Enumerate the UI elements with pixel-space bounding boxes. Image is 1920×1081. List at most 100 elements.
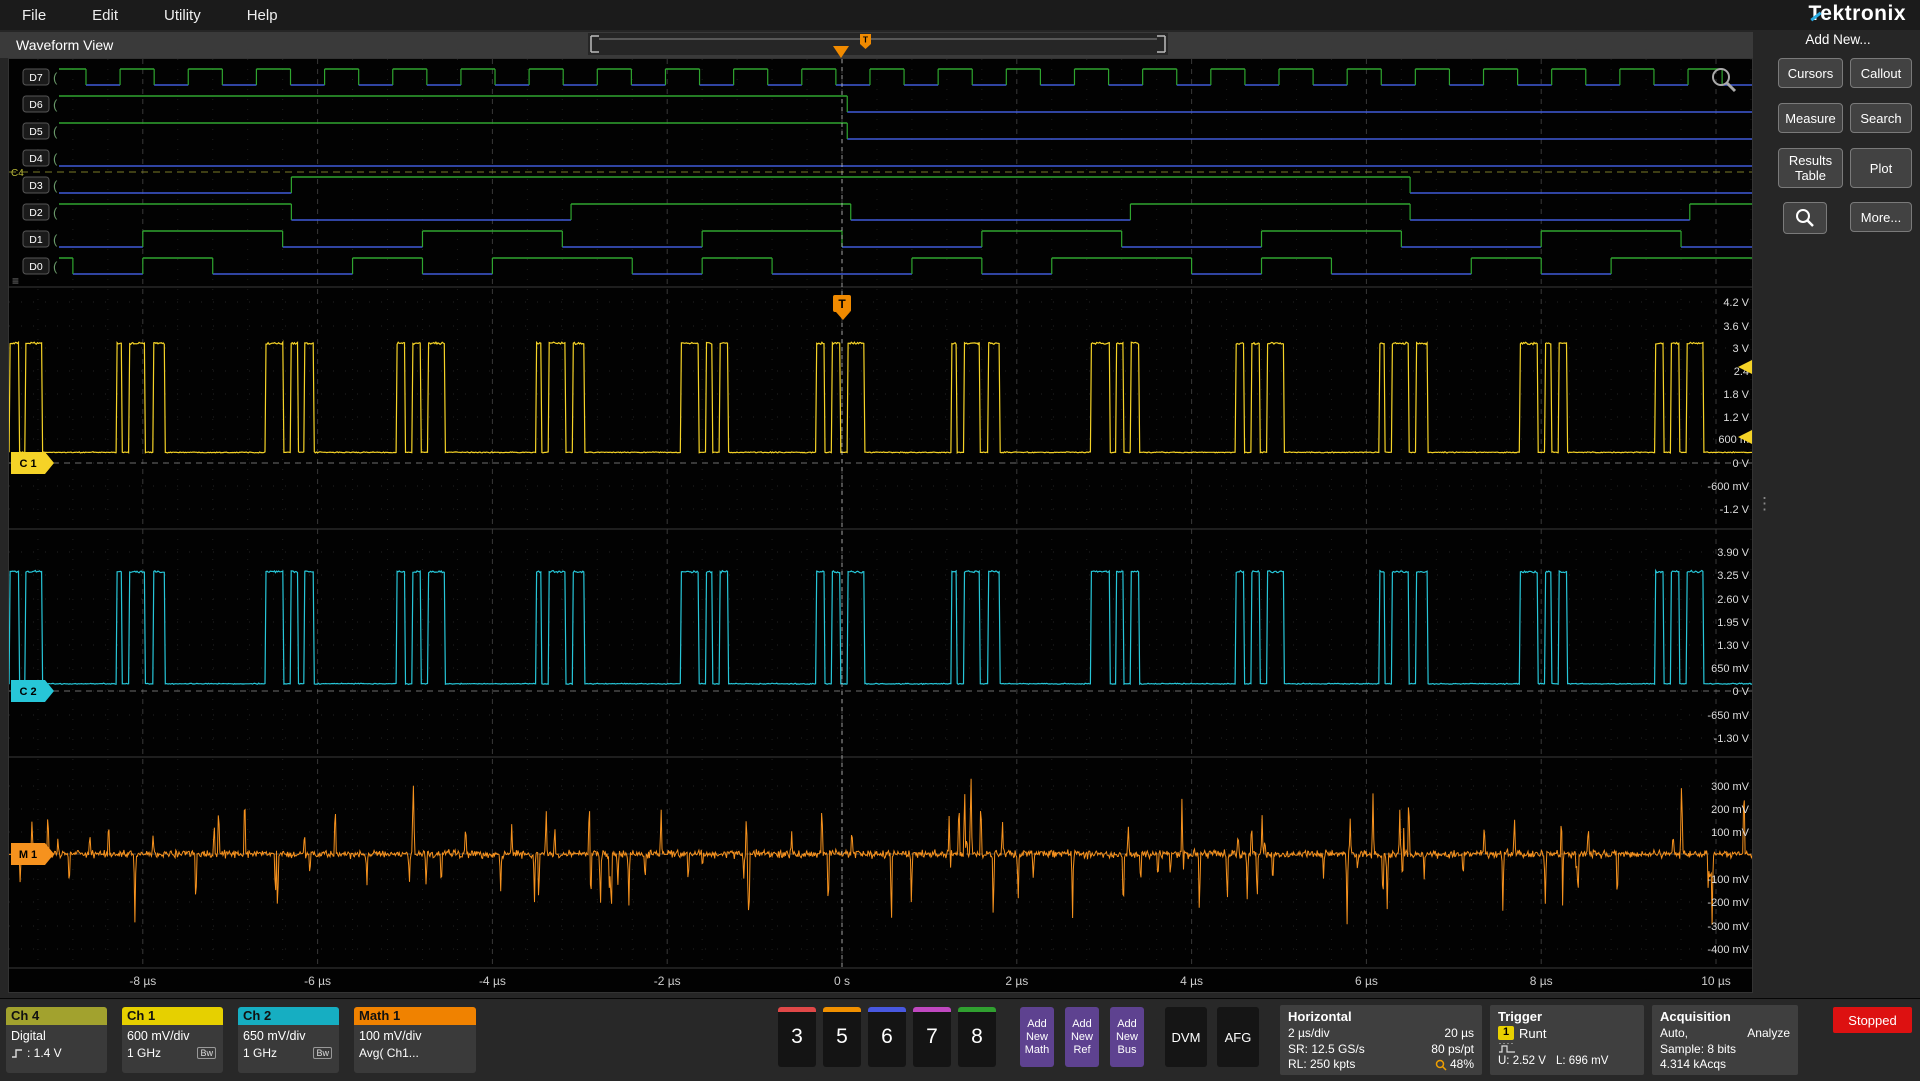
scope-graphic: C4 D7 (D6 (D5 (D4 (D3 (D2 (D1 (D0 (≡ T 4.2 V 3.6 V 3 … <box>9 59 1752 988</box>
acquisition-overview[interactable]: T <box>588 33 1168 55</box>
channel-badge-ch1[interactable]: Ch 1 600 mV/div 1 GHz Bw <box>122 1007 223 1073</box>
ch1-trace <box>9 340 1752 454</box>
stopped-button[interactable]: Stopped <box>1833 1007 1912 1033</box>
digital-label-D6[interactable]: D6 ( <box>22 95 58 113</box>
digital-row-D1 <box>59 230 1752 248</box>
ch1-badge[interactable]: C 1 <box>11 452 54 474</box>
digital-label-D4[interactable]: D4 ( <box>22 149 58 167</box>
math1-scale-label: 100 mV <box>1711 827 1750 839</box>
afg-button[interactable]: AFG <box>1217 1007 1259 1067</box>
magnifier-icon <box>1796 209 1814 227</box>
search-button[interactable]: Search <box>1850 103 1912 133</box>
acquisition-panel[interactable]: Acquisition Auto, Analyze Sample: 8 bits… <box>1652 1005 1798 1075</box>
time-axis-label: -2 µs <box>654 974 681 988</box>
digital-row-D6 <box>59 95 1752 113</box>
digital-label-D0[interactable]: D0 ( <box>22 257 58 275</box>
math1-scale-label: -400 mV <box>1707 944 1749 956</box>
svg-text:D3: D3 <box>29 180 43 192</box>
slot-button-5[interactable]: 5 <box>823 1007 861 1067</box>
threshold-icon <box>12 1049 22 1058</box>
dvm-button[interactable]: DVM <box>1165 1007 1207 1067</box>
slot-7-color <box>913 1007 951 1012</box>
digital-row-D7 <box>59 68 1752 86</box>
svg-text:(: ( <box>53 205 58 220</box>
svg-text:D4: D4 <box>29 153 43 165</box>
trigger-source-chip: 1 <box>1498 1026 1514 1040</box>
channel-badge-math1[interactable]: Math 1 100 mV/div Avg( Ch1... <box>354 1007 476 1073</box>
add-new-ref-button[interactable]: Add New Ref <box>1065 1007 1099 1067</box>
horizontal-window: 20 µs <box>1444 1026 1474 1040</box>
svg-text:D0: D0 <box>29 261 43 273</box>
math1-badge[interactable]: M 1 <box>11 843 54 865</box>
ch1-scale-label: -1.2 V <box>1720 504 1750 516</box>
zoom-button[interactable] <box>1783 202 1827 234</box>
menu-edit[interactable]: Edit <box>92 7 118 24</box>
trigger-marker[interactable]: T <box>833 295 851 320</box>
ch2-trace <box>9 568 1752 686</box>
digital-row-D0 <box>59 257 1752 275</box>
math1-header: Math 1 <box>354 1007 476 1025</box>
slot-button-3[interactable]: 3 <box>778 1007 816 1067</box>
time-axis-label: -4 µs <box>479 974 506 988</box>
digital-label-D5[interactable]: D5 ( <box>22 122 58 140</box>
logo-text: Tektronix <box>1808 2 1906 25</box>
slot-5-color <box>823 1007 861 1012</box>
add-new-bus-button[interactable]: Add New Bus <box>1110 1007 1144 1067</box>
plot-button[interactable]: Plot <box>1850 148 1912 188</box>
slot-button-6[interactable]: 6 <box>868 1007 906 1067</box>
ch2-line2: 1 GHz Bw <box>238 1043 339 1060</box>
acquisition-sample: Sample: 8 bits <box>1660 1041 1737 1056</box>
svg-text:D5: D5 <box>29 126 43 138</box>
results-table-button[interactable]: Results Table <box>1778 148 1843 188</box>
digital-label-D1[interactable]: D1 ( <box>22 230 58 248</box>
ch1-line1: 600 mV/div <box>127 1029 190 1043</box>
digital-label-D3[interactable]: D3 ( <box>22 176 58 194</box>
ch2-scale-label: 1.30 V <box>1717 640 1749 652</box>
ch4-line2: : 1.4 V <box>6 1043 107 1060</box>
panel-drag-handle[interactable]: ⋮ <box>1756 495 1773 512</box>
slot-6-color <box>868 1007 906 1012</box>
ch2-scale-label: 3.25 V <box>1717 570 1749 582</box>
math1-scale-label: 200 mV <box>1711 804 1750 816</box>
acquisition-mode: Auto, <box>1660 1026 1689 1040</box>
trigger-position-marker[interactable] <box>833 46 849 58</box>
time-axis-label: 6 µs <box>1355 974 1378 988</box>
measure-button[interactable]: Measure <box>1778 103 1843 133</box>
time-axis-label: 10 µs <box>1701 974 1731 988</box>
channel-badge-ch2[interactable]: Ch 2 650 mV/div 1 GHz Bw <box>238 1007 339 1073</box>
math1-trace <box>9 778 1752 925</box>
c4-threshold-label: C4 <box>11 168 24 179</box>
ch2-scale-label: 1.95 V <box>1717 617 1749 629</box>
ch4-line1: Digital <box>11 1029 46 1043</box>
ch1-line2: 1 GHz Bw <box>122 1043 223 1060</box>
svg-text:D6: D6 <box>29 99 43 111</box>
ch2-scale-label: 3.90 V <box>1717 547 1749 559</box>
menu-file[interactable]: File <box>22 7 46 24</box>
horizontal-scale: 2 µs/div <box>1288 1026 1330 1040</box>
ch2-badge[interactable]: C 2 <box>11 680 54 702</box>
cursors-button[interactable]: Cursors <box>1778 58 1843 88</box>
horizontal-zoom: 48% <box>1435 1057 1474 1073</box>
callout-button[interactable]: Callout <box>1850 58 1912 88</box>
menu-utility[interactable]: Utility <box>164 7 201 24</box>
svg-text:(: ( <box>53 232 58 247</box>
ch1-scale-label: 4.2 V <box>1723 297 1749 309</box>
ch1-scale-label: 3 V <box>1732 343 1749 355</box>
slot-button-7[interactable]: 7 <box>913 1007 951 1067</box>
menu-help[interactable]: Help <box>247 7 278 24</box>
svg-text:(: ( <box>53 151 58 166</box>
add-new-math-button[interactable]: Add New Math <box>1020 1007 1054 1067</box>
trigger-panel[interactable]: Trigger 1 Runt U: 2.52 V L: 696 mV <box>1490 1005 1644 1075</box>
more-button[interactable]: More... <box>1850 202 1912 232</box>
acquisition-analyze: Analyze <box>1747 1026 1790 1040</box>
digital-label-D7[interactable]: D7 ( <box>22 68 58 86</box>
horizontal-panel[interactable]: Horizontal 2 µs/div 20 µs SR: 12.5 GS/s … <box>1280 1005 1482 1075</box>
trigger-type: Runt <box>1519 1026 1547 1041</box>
digital-label-D2[interactable]: D2 ( <box>22 203 58 221</box>
channel-badge-ch4[interactable]: Ch 4 Digital : 1.4 V <box>6 1007 107 1073</box>
math1-line2: Avg( Ch1... <box>359 1046 419 1060</box>
time-axis-label: -6 µs <box>304 974 331 988</box>
slot-button-8[interactable]: 8 <box>958 1007 996 1067</box>
digital-group-handle[interactable]: ≡ <box>12 274 19 288</box>
waveform-display[interactable]: C4 D7 (D6 (D5 (D4 (D3 (D2 (D1 (D0 (≡ T 4.2 V 3.6 V 3 … <box>8 58 1753 993</box>
